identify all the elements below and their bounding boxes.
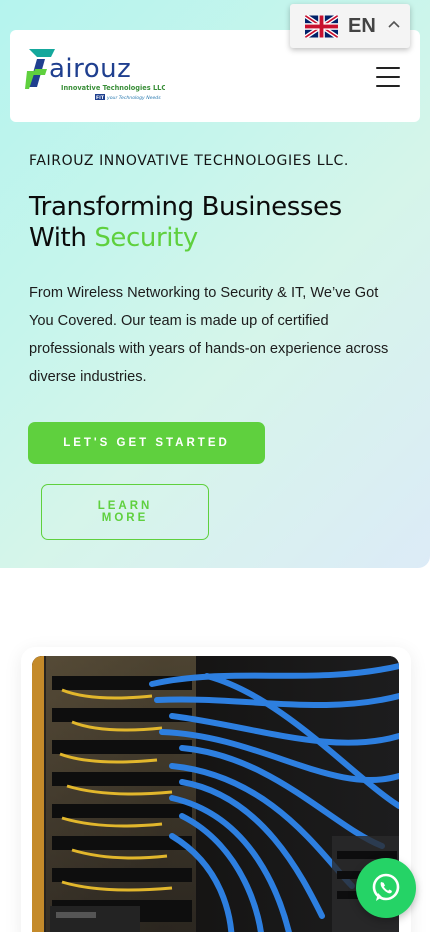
hero-description: From Wireless Networking to Security & I… [29, 285, 389, 385]
learn-more-button[interactable]: LEARN MORE [41, 484, 209, 540]
headline-accent: Security [94, 223, 198, 253]
svg-text:Innovative Technologies LLC: Innovative Technologies LLC [61, 84, 165, 92]
uk-flag-icon [305, 14, 338, 38]
headline-line-2-prefix: With [29, 223, 95, 253]
company-logo[interactable]: airouz Innovative Technologies LLC FIT y… [25, 47, 165, 105]
svg-text:airouz: airouz [49, 54, 131, 84]
get-started-button[interactable]: LET'S GET STARTED [28, 422, 265, 464]
svg-text:FIT: FIT [96, 95, 105, 101]
language-selector[interactable]: EN [290, 4, 410, 48]
server-rack-image [32, 656, 399, 932]
whatsapp-icon[interactable] [356, 858, 416, 918]
chevron-up-icon [388, 17, 400, 31]
hero-headline: Transforming Businesses With Security [29, 192, 409, 254]
headline-line-1: Transforming Businesses [29, 192, 342, 222]
svg-text:your Technology Needs: your Technology Needs [106, 95, 161, 101]
hamburger-menu-icon[interactable] [376, 67, 400, 87]
company-name: FAIROUZ INNOVATIVE TECHNOLOGIES LLC. [29, 153, 349, 169]
language-code: EN [348, 14, 376, 37]
